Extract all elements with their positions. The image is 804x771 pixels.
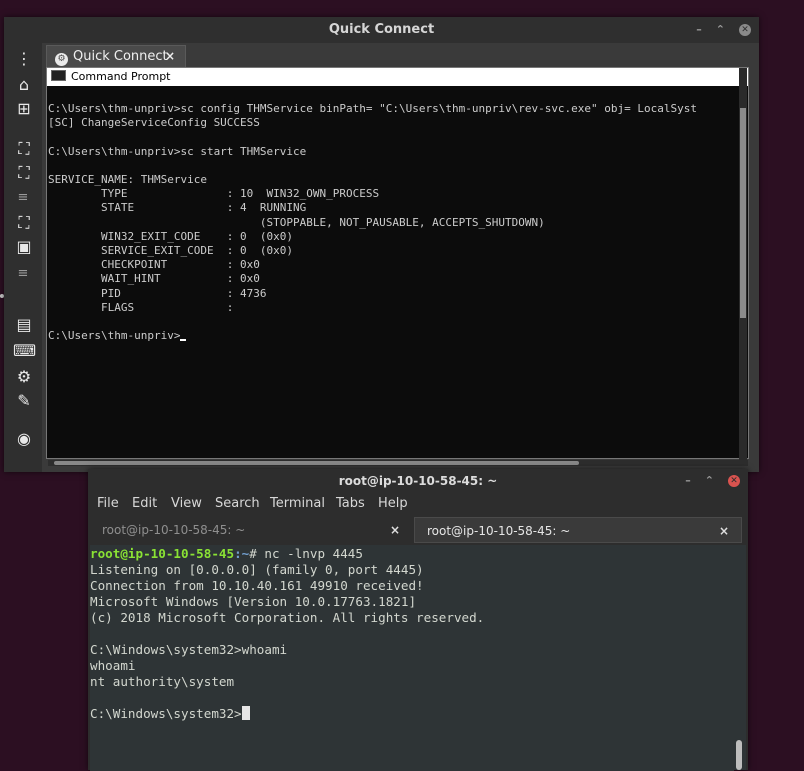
cmd-output-line: PID : 4736 (48, 286, 267, 300)
terminal-menubar: File Edit View Search Terminal Tabs Help (88, 493, 748, 515)
tools-icon[interactable]: ✎ (13, 391, 35, 411)
terminal-tabbar: root@ip-10-10-58-45: ~ × root@ip-10-10-5… (88, 515, 748, 545)
cmd-output-line: STATE : 4 RUNNING (48, 201, 307, 215)
terminal-output-line: (c) 2018 Microsoft Corporation. All righ… (90, 610, 485, 625)
terminal-final-prompt: C:\Windows\system32> (90, 706, 242, 721)
terminal-tab[interactable]: root@ip-10-10-58-45: ~ × (90, 517, 412, 543)
vertical-scrollbar[interactable] (739, 68, 747, 460)
scrollbar-thumb[interactable] (740, 108, 746, 318)
terminal-output[interactable]: root@ip-10-10-58-45:~# nc -lnvp 4445 Lis… (90, 545, 734, 771)
cmd-output-line (48, 159, 738, 173)
autofit-icon[interactable]: ▣ (13, 237, 35, 257)
window-title: Quick Connect (328, 22, 435, 37)
separator-icon: ≡ (17, 190, 29, 205)
maximize-icon[interactable]: ⌃ (705, 469, 714, 493)
vertical-scrollbar[interactable] (734, 545, 746, 770)
minimize-icon[interactable]: – (696, 17, 702, 43)
command-prompt-lines: C:\Users\thm-unpriv>sc config THMService… (48, 102, 738, 329)
menu-tabs[interactable]: Tabs (336, 496, 365, 511)
cmd-output-line: WAIT_HINT : 0x0 (48, 272, 260, 286)
scale-icon[interactable]: ⛶ (13, 213, 35, 233)
terminal-output-line: Microsoft Windows [Version 10.0.17763.18… (90, 594, 417, 609)
cmd-output-line (48, 315, 738, 329)
menu-help[interactable]: Help (378, 496, 408, 511)
terminal-lines: Listening on [0.0.0.0] (family 0, port 4… (90, 562, 734, 706)
maximize-icon[interactable]: ⌃ (716, 17, 725, 43)
scrollbar-thumb[interactable] (54, 461, 579, 465)
prompt-command: # nc -lnvp 4445 (249, 546, 363, 561)
home-icon[interactable]: ⌂ (13, 75, 35, 95)
terminal-output-line: whoami (90, 658, 136, 673)
menu-file[interactable]: File (97, 496, 119, 511)
screenshot-icon[interactable]: ◉ (13, 429, 35, 449)
quick-connect-titlebar[interactable]: Quick Connect – ⌃ ✕ (4, 17, 759, 43)
cmd-output-line: TYPE : 10 WIN32_OWN_PROCESS (48, 187, 380, 201)
cmd-output-line: SERVICE_EXIT_CODE : 0 (0x0) (48, 244, 294, 258)
text-cursor (180, 339, 187, 342)
command-prompt-window[interactable]: Command Prompt C:\Users\thm-unpriv>sc co… (46, 67, 749, 460)
close-icon[interactable]: ✕ (739, 24, 751, 36)
prompt-user: root@ip-10-10-58-45 (90, 546, 235, 561)
text-cursor (241, 706, 250, 720)
add-tab-icon[interactable]: ⊞ (13, 99, 35, 119)
terminal-titlebar[interactable]: root@ip-10-10-58-45: ~ – ⌃ ✕ (88, 469, 748, 493)
menu-edit[interactable]: Edit (132, 496, 157, 511)
terminal-window: root@ip-10-10-58-45: ~ – ⌃ ✕ File Edit V… (88, 469, 748, 771)
preferences-icon[interactable]: ⚙ (13, 367, 35, 387)
prompt-path: :~ (234, 546, 250, 561)
menu-search[interactable]: Search (215, 496, 260, 511)
terminal-output-line: Connection from 10.10.40.161 49910 recei… (90, 578, 424, 593)
window-controls: – ⌃ ✕ (696, 17, 751, 43)
cmd-output-line: C:\Users\thm-unpriv>sc config THMService… (48, 102, 698, 115)
minimize-icon[interactable]: – (685, 469, 691, 493)
terminal-output-line: Listening on [0.0.0.0] (family 0, port 4… (90, 562, 424, 577)
tab-close-icon[interactable]: × (719, 518, 729, 544)
keyboard-icon[interactable]: ⌨ (13, 341, 36, 361)
tab-label: root@ip-10-10-58-45: ~ (427, 524, 571, 538)
terminal-title: root@ip-10-10-58-45: ~ (338, 474, 498, 488)
horizontal-scrollbar[interactable] (48, 460, 748, 466)
cmd-output-line: WIN32_EXIT_CODE : 0 (0x0) (48, 229, 294, 243)
tab-label: root@ip-10-10-58-45: ~ (102, 523, 246, 537)
multi-monitor-icon[interactable]: ▤ (13, 315, 35, 335)
cmd-output-line: [SC] ChangeServiceConfig SUCCESS (48, 116, 260, 130)
terminal-output-line: nt authority\system (90, 674, 235, 689)
cmd-output-line: (STOPPABLE, NOT_PAUSABLE, ACCEPTS_SHUTDO… (48, 215, 545, 229)
command-prompt-titlebar[interactable]: Command Prompt (47, 68, 748, 86)
cmd-output-line: CHECKPOINT : 0x0 (48, 258, 260, 272)
window-controls: – ⌃ ✕ (685, 469, 740, 493)
tab-close-icon[interactable]: × (165, 46, 175, 67)
close-icon[interactable]: ✕ (728, 475, 740, 487)
tab-label: Quick Connect (73, 49, 168, 64)
command-prompt-prompt: C:\Users\thm-unpriv> (48, 329, 181, 343)
quick-connect-sidebar: ⋮ ⌂ ⊞ ⛶ ⛶ ≡ ⛶ ▣ ≡ ▤ ⌨ ⚙ ✎ ◉ (4, 43, 42, 472)
quick-connect-tabbar: ⚙ Quick Connect × (42, 43, 759, 67)
cmd-output-line (48, 130, 738, 144)
remote-icon: ⚙ (55, 53, 68, 66)
cmd-output-line: SERVICE_NAME: THMService (48, 173, 207, 187)
scrollbar-thumb[interactable] (736, 740, 742, 770)
tab-close-icon[interactable]: × (390, 517, 400, 543)
command-prompt-output[interactable]: C:\Users\thm-unpriv>sc config THMService… (47, 86, 738, 458)
fit-screen-icon[interactable]: ⛶ (13, 139, 35, 159)
separator-icon: ≡ (17, 266, 29, 281)
quick-connect-window: Quick Connect – ⌃ ✕ ⋮ ⌂ ⊞ ⛶ ⛶ ≡ ⛶ ▣ ≡ ▤ … (4, 17, 759, 472)
cmd-output-line: C:\Users\thm-unpriv>sc start THMService (48, 144, 307, 158)
fullscreen-icon[interactable]: ⛶ (13, 163, 35, 183)
tab-quick-connect[interactable]: ⚙ Quick Connect × (46, 45, 186, 67)
command-prompt-title: Command Prompt (71, 70, 171, 83)
menu-icon[interactable]: ⋮ (13, 49, 35, 69)
terminal-output-line: C:\Windows\system32>whoami (90, 642, 288, 657)
console-icon (51, 70, 66, 81)
terminal-tab-active[interactable]: root@ip-10-10-58-45: ~ × (414, 517, 742, 543)
menu-terminal[interactable]: Terminal (270, 496, 325, 511)
cmd-output-line: FLAGS : (48, 300, 234, 314)
menu-view[interactable]: View (171, 496, 202, 511)
